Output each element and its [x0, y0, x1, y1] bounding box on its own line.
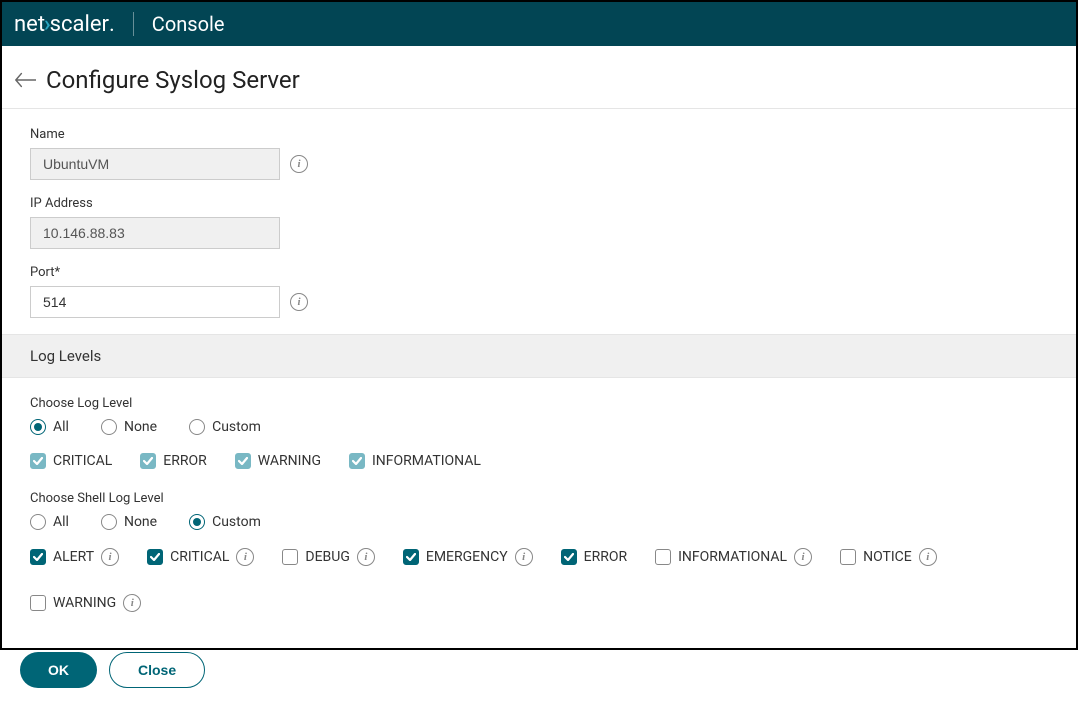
radio-label: All [53, 419, 69, 435]
radio-custom[interactable]: Custom [189, 419, 261, 435]
radio-ring-icon [101, 419, 117, 435]
radio-none[interactable]: None [101, 419, 157, 435]
checkbox-warning[interactable]: WARNING [235, 453, 321, 469]
log-level-checks: CRITICAL ERROR WARNING INFORMATIONAL [30, 453, 1048, 469]
info-icon[interactable]: i [290, 293, 308, 311]
checkbox-label: WARNING [53, 595, 116, 611]
checkbox-label: ERROR [163, 453, 206, 469]
checkbox-label: NOTICE [863, 549, 912, 565]
checkbox-critical[interactable]: CRITICAL [30, 453, 112, 469]
shell-log-level-radios: All None Custom [30, 514, 1048, 530]
radio-label: None [124, 514, 157, 530]
radio-all[interactable]: All [30, 419, 69, 435]
info-icon[interactable]: i [101, 548, 119, 566]
checkbox-notice[interactable]: NOTICE i [840, 548, 937, 566]
checkbox-icon [840, 549, 856, 565]
log-levels-header: Log Levels [2, 334, 1076, 378]
checkbox-label: EMERGENCY [426, 549, 508, 565]
brand-net: net [14, 12, 45, 37]
checkbox-label: WARNING [258, 453, 321, 469]
info-icon[interactable]: i [123, 594, 141, 612]
port-label: Port* [30, 265, 1048, 280]
checkbox-label: CRITICAL [170, 549, 229, 565]
info-icon[interactable]: i [515, 548, 533, 566]
radio-label: Custom [212, 514, 261, 530]
checkbox-icon [349, 453, 365, 469]
checkbox-icon [282, 549, 298, 565]
checkbox-icon [235, 453, 251, 469]
checkbox-icon [403, 549, 419, 565]
checkbox-icon [655, 549, 671, 565]
field-name: Name i [30, 127, 1048, 180]
radio-label: All [53, 514, 69, 530]
info-icon[interactable]: i [236, 548, 254, 566]
checkbox-informational[interactable]: INFORMATIONAL i [655, 548, 812, 566]
radio-none[interactable]: None [101, 514, 157, 530]
brand-scaler: scaler [50, 12, 109, 37]
log-level-radios: All None Custom [30, 419, 1048, 435]
checkbox-icon [140, 453, 156, 469]
radio-ring-icon [30, 419, 46, 435]
checkbox-label: INFORMATIONAL [678, 549, 787, 565]
info-icon[interactable]: i [357, 548, 375, 566]
field-port: Port* i [30, 265, 1048, 318]
form-area: Name i IP Address Port* i [2, 109, 1076, 318]
checkbox-label: CRITICAL [53, 453, 112, 469]
radio-label: None [124, 419, 157, 435]
brand-console: Console [152, 12, 225, 36]
checkbox-emergency[interactable]: EMERGENCY i [403, 548, 533, 566]
ip-input[interactable] [30, 217, 280, 249]
checkbox-label: ERROR [584, 549, 627, 565]
checkbox-icon [30, 595, 46, 611]
checkbox-icon [561, 549, 577, 565]
checkbox-debug[interactable]: DEBUG i [282, 548, 374, 566]
divider [133, 12, 134, 36]
app-header: net › scaler . Console [2, 2, 1076, 46]
info-icon[interactable]: i [290, 155, 308, 173]
choose-log-level-label: Choose Log Level [30, 396, 1048, 411]
page-title-row: Configure Syslog Server [2, 46, 1076, 109]
field-ip: IP Address [30, 196, 1048, 249]
brand: net › scaler . [14, 12, 115, 37]
name-input[interactable] [30, 148, 280, 180]
radio-ring-icon [189, 419, 205, 435]
page-title: Configure Syslog Server [46, 66, 300, 94]
checkbox-label: INFORMATIONAL [372, 453, 481, 469]
radio-ring-icon [189, 514, 205, 530]
checkbox-icon [30, 549, 46, 565]
radio-label: Custom [212, 419, 261, 435]
checkbox-icon [147, 549, 163, 565]
brand-dot: . [109, 12, 115, 37]
radio-ring-icon [101, 514, 117, 530]
radio-all[interactable]: All [30, 514, 69, 530]
radio-ring-icon [30, 514, 46, 530]
back-arrow-icon[interactable] [14, 71, 36, 89]
checkbox-alert[interactable]: ALERT i [30, 548, 119, 566]
ip-label: IP Address [30, 196, 1048, 211]
checkbox-informational[interactable]: INFORMATIONAL [349, 453, 481, 469]
port-input[interactable] [30, 286, 280, 318]
radio-custom[interactable]: Custom [189, 514, 261, 530]
shell-log-level-checks: ALERT i CRITICAL i DEBUG i EMERGENCY i ERROR INFO… [30, 548, 1048, 612]
checkbox-critical[interactable]: CRITICAL i [147, 548, 254, 566]
log-levels-body: Choose Log Level All None Custom CRITICAL E… [2, 378, 1076, 642]
checkbox-error[interactable]: ERROR [561, 548, 627, 566]
checkbox-icon [30, 453, 46, 469]
checkbox-label: ALERT [53, 549, 94, 565]
button-row: OK Close [2, 642, 1076, 706]
choose-shell-log-level-label: Choose Shell Log Level [30, 491, 1048, 506]
checkbox-error[interactable]: ERROR [140, 453, 206, 469]
close-button[interactable]: Close [109, 652, 205, 688]
info-icon[interactable]: i [794, 548, 812, 566]
checkbox-label: DEBUG [305, 549, 349, 565]
checkbox-warning[interactable]: WARNING i [30, 594, 141, 612]
info-icon[interactable]: i [919, 548, 937, 566]
ok-button[interactable]: OK [20, 652, 97, 688]
name-label: Name [30, 127, 1048, 142]
